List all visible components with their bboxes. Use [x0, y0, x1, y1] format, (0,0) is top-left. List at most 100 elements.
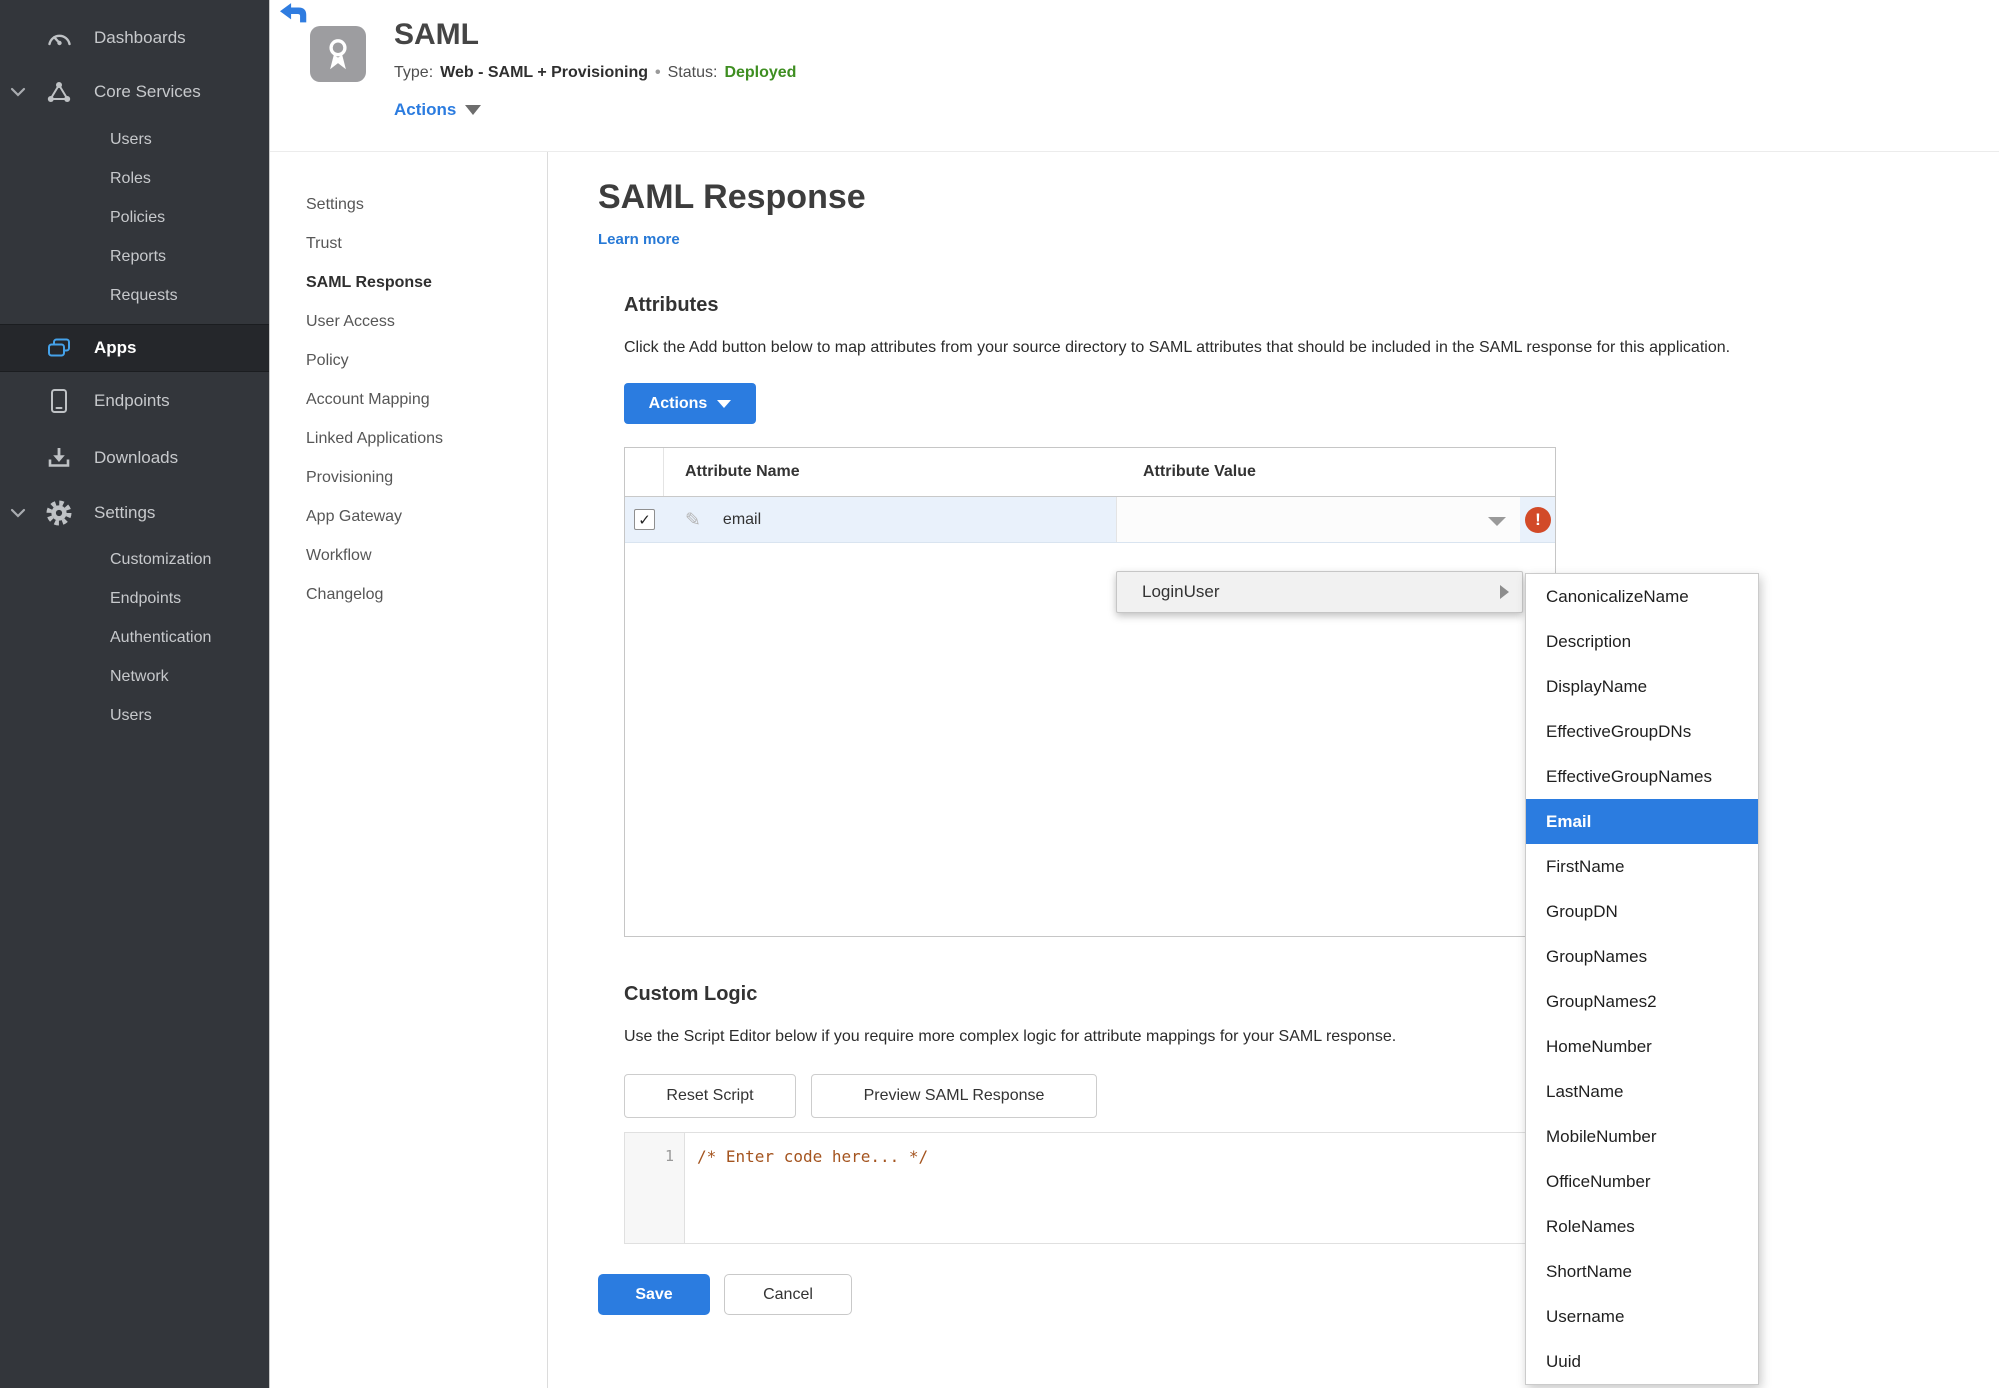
sidebar-item-roles[interactable]: Roles: [0, 159, 269, 198]
column-header-attribute-name: Attribute Name: [685, 463, 800, 480]
submenu-item-lastname[interactable]: LastName: [1526, 1069, 1758, 1114]
reset-script-button[interactable]: Reset Script: [624, 1074, 796, 1118]
sidebar-item-label: Core Services: [94, 82, 201, 101]
submenu-item-email[interactable]: Email: [1526, 799, 1758, 844]
sidebar-item-authentication[interactable]: Authentication: [0, 618, 269, 657]
sidebar-item-apps[interactable]: Apps: [0, 324, 269, 372]
ribbon-icon: [329, 39, 347, 70]
submenu-item-uuid[interactable]: Uuid: [1526, 1339, 1758, 1384]
subnav-item-linked-applications[interactable]: Linked Applications: [270, 419, 547, 458]
section-title: SAML Response: [598, 178, 866, 216]
subnav-item-saml-response[interactable]: SAML Response: [270, 263, 547, 302]
submenu-item-groupnames2[interactable]: GroupNames2: [1526, 979, 1758, 1024]
chevron-down-icon[interactable]: [10, 87, 28, 97]
app-subnav: Settings Trust SAML Response User Access…: [270, 152, 548, 1388]
learn-more-link[interactable]: Learn more: [598, 231, 680, 248]
attribute-value-dropdown[interactable]: [1116, 497, 1520, 542]
caret-down-icon: [465, 105, 482, 115]
subnav-item-user-access[interactable]: User Access: [270, 302, 547, 341]
submenu-arrow-icon: [1500, 585, 1509, 599]
preview-saml-response-button[interactable]: Preview SAML Response: [811, 1074, 1097, 1118]
sidebar-item-downloads[interactable]: Downloads: [0, 430, 269, 485]
apps-icon: [44, 337, 74, 359]
sidebar-item-users[interactable]: Users: [0, 120, 269, 159]
sidebar-item-settings-users[interactable]: Users: [0, 696, 269, 735]
edit-pencil-icon[interactable]: ✎: [685, 509, 701, 531]
submenu-item-groupnames[interactable]: GroupNames: [1526, 934, 1758, 979]
sidebar-item-endpoints[interactable]: Endpoints: [0, 372, 269, 430]
attributes-heading: Attributes: [624, 294, 719, 316]
gauge-icon: [44, 27, 74, 49]
loginuser-submenu: CanonicalizeName Description DisplayName…: [1525, 573, 1759, 1385]
caret-down-icon: [1488, 516, 1506, 526]
app-meta: Type: Web - SAML + Provisioning • Status…: [394, 64, 796, 82]
submenu-item-effectivegroupnames[interactable]: EffectiveGroupNames: [1526, 754, 1758, 799]
sidebar-item-reports[interactable]: Reports: [0, 237, 269, 276]
core-services-icon: [44, 81, 74, 103]
column-header-attribute-value: Attribute Value: [1143, 463, 1256, 480]
submenu-item-firstname[interactable]: FirstName: [1526, 844, 1758, 889]
status-label: Status:: [667, 64, 718, 81]
page-title: SAML: [394, 18, 479, 51]
attributes-description: Click the Add button below to map attrib…: [624, 339, 1731, 356]
table-row[interactable]: ✓ ✎ email !: [625, 497, 1555, 543]
loginuser-menu-item[interactable]: LoginUser: [1116, 571, 1523, 613]
submenu-item-officenumber[interactable]: OfficeNumber: [1526, 1159, 1758, 1204]
main-panel: SAML Response Learn more Attributes Clic…: [548, 152, 1999, 1388]
subnav-item-app-gateway[interactable]: App Gateway: [270, 497, 547, 536]
sidebar-item-dashboards[interactable]: Dashboards: [0, 12, 269, 64]
type-label: Type:: [394, 64, 434, 81]
downloads-icon: [44, 446, 74, 470]
row-checkbox[interactable]: ✓: [634, 509, 655, 530]
subnav-item-account-mapping[interactable]: Account Mapping: [270, 380, 547, 419]
submenu-item-username[interactable]: Username: [1526, 1294, 1758, 1339]
sidebar-item-settings-endpoints[interactable]: Endpoints: [0, 579, 269, 618]
submenu-item-shortname[interactable]: ShortName: [1526, 1249, 1758, 1294]
submenu-item-rolenames[interactable]: RoleNames: [1526, 1204, 1758, 1249]
sidebar-item-core-services[interactable]: Core Services: [0, 64, 269, 120]
sidebar-item-customization[interactable]: Customization: [0, 540, 269, 579]
submenu-item-groupdn[interactable]: GroupDN: [1526, 889, 1758, 934]
table-header: Attribute Name Attribute Value: [625, 448, 1555, 497]
sidebar-item-network[interactable]: Network: [0, 657, 269, 696]
subnav-item-trust[interactable]: Trust: [270, 224, 547, 263]
actions-button[interactable]: Actions: [624, 383, 756, 424]
sidebar-item-settings[interactable]: Settings: [0, 485, 269, 540]
separator-dot: •: [655, 64, 661, 81]
attributes-table: Attribute Name Attribute Value ✓ ✎ email: [624, 447, 1556, 937]
save-button[interactable]: Save: [598, 1274, 710, 1315]
error-icon: !: [1525, 506, 1551, 533]
subnav-item-settings[interactable]: Settings: [270, 185, 547, 224]
sidebar-item-policies[interactable]: Policies: [0, 198, 269, 237]
submenu-item-effectivegroupdns[interactable]: EffectiveGroupDNs: [1526, 709, 1758, 754]
attribute-name-cell: email: [722, 510, 762, 528]
editor-code[interactable]: /* Enter code here... */: [685, 1133, 928, 1243]
select-column-header: [625, 448, 664, 496]
subnav-item-changelog[interactable]: Changelog: [270, 575, 547, 614]
subnav-item-workflow[interactable]: Workflow: [270, 536, 547, 575]
custom-logic-heading: Custom Logic: [624, 983, 758, 1005]
script-editor[interactable]: 1 /* Enter code here... */: [624, 1132, 1556, 1244]
attribute-value-cell: !: [1116, 497, 1555, 542]
sidebar: Dashboards Core Services Users Roles Pol…: [0, 0, 270, 1388]
submenu-item-displayname[interactable]: DisplayName: [1526, 664, 1758, 709]
submenu-item-mobilenumber[interactable]: MobileNumber: [1526, 1114, 1758, 1159]
sidebar-item-label: Dashboards: [94, 28, 186, 47]
app-window: Dashboards Core Services Users Roles Pol…: [0, 0, 1999, 1388]
content-area: SAML Type: Web - SAML + Provisioning • S…: [270, 0, 1999, 1388]
submenu-item-homenumber[interactable]: HomeNumber: [1526, 1024, 1758, 1069]
subnav-item-provisioning[interactable]: Provisioning: [270, 458, 547, 497]
chevron-down-icon[interactable]: [10, 508, 28, 518]
subnav-item-policy[interactable]: Policy: [270, 341, 547, 380]
sidebar-item-label: Endpoints: [94, 391, 170, 410]
header-actions-menu[interactable]: Actions: [394, 100, 482, 120]
page-header: SAML Type: Web - SAML + Provisioning • S…: [270, 0, 1999, 152]
sidebar-item-requests[interactable]: Requests: [0, 276, 269, 315]
type-value: Web - SAML + Provisioning: [440, 64, 649, 81]
caret-down-icon: [717, 399, 732, 408]
endpoints-icon: [44, 388, 74, 414]
submenu-item-canonicalizename[interactable]: CanonicalizeName: [1526, 574, 1758, 619]
submenu-item-description[interactable]: Description: [1526, 619, 1758, 664]
back-arrow-icon[interactable]: [280, 3, 308, 28]
cancel-button[interactable]: Cancel: [724, 1274, 852, 1315]
